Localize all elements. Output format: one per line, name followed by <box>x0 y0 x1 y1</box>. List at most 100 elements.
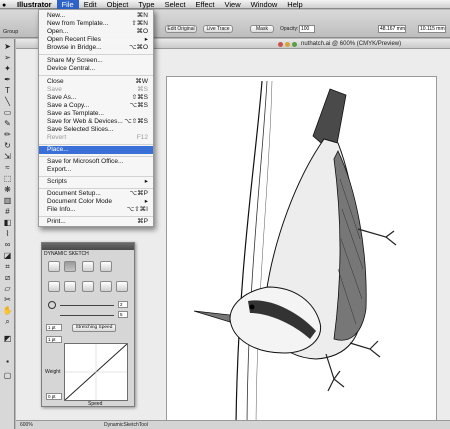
brush-preset-3-button[interactable] <box>82 281 94 292</box>
brush-preset-2-button[interactable] <box>64 281 76 292</box>
menu-help[interactable]: Help <box>282 0 307 9</box>
min-weight-field[interactable]: 1 pt <box>46 324 62 331</box>
scissors-tool-icon[interactable]: ✂ <box>2 295 13 305</box>
speed-weight-graph[interactable] <box>64 343 128 401</box>
menu-item-document-setup[interactable]: Document Setup... ⌥⌘P <box>39 190 153 198</box>
panel-tab[interactable]: DYNAMIC SKETCH <box>44 251 89 258</box>
menu-separator <box>39 188 153 189</box>
crop-tool-icon[interactable]: ⌗ <box>2 262 13 272</box>
menu-item-new-from-template[interactable]: New from Template... ⇧⌘N <box>39 20 153 28</box>
eraser-tool-icon[interactable]: ▱ <box>2 284 13 294</box>
selection-type-label: Group <box>3 29 19 35</box>
current-tool: DynamicSketchTool <box>104 422 148 428</box>
menu-select[interactable]: Select <box>160 0 191 9</box>
menu-item-save-as-template[interactable]: Save as Template... <box>39 110 153 118</box>
menu-separator <box>39 54 153 55</box>
warp-tool-icon[interactable]: ≈ <box>2 163 13 173</box>
live-trace-button[interactable]: Live Trace <box>203 25 233 33</box>
menu-object[interactable]: Object <box>102 0 134 9</box>
mask-button[interactable]: Mask <box>250 25 274 33</box>
menu-item-browse-in-bridge[interactable]: Browse in Bridge... ⌥⌘O <box>39 44 153 52</box>
free-transform-tool-icon[interactable]: ⬚ <box>2 174 13 184</box>
menu-item-close[interactable]: Close ⌘W <box>39 78 153 86</box>
menu-separator <box>39 75 153 76</box>
scale-mode-button[interactable] <box>82 261 94 272</box>
menu-separator <box>39 144 153 145</box>
menu-item-place[interactable]: Place... <box>39 146 153 154</box>
menu-separator <box>39 156 153 157</box>
menu-item-save-a-copy[interactable]: Save a Copy... ⌥⌘S <box>39 102 153 110</box>
scale-tool-icon[interactable]: ⇲ <box>2 152 13 162</box>
direct-selection-tool-icon[interactable]: ➢ <box>2 53 13 63</box>
menu-item-save-as[interactable]: Save As... ⇧⌘S <box>39 94 153 102</box>
weight-curve <box>64 343 128 401</box>
pen-tool-icon[interactable]: ✒ <box>2 75 13 85</box>
blend-tool-icon[interactable]: ∞ <box>2 240 13 250</box>
panel-header[interactable] <box>42 243 134 250</box>
menu-separator <box>39 216 153 217</box>
selection-tool-icon[interactable]: ➤ <box>2 42 13 52</box>
menu-type[interactable]: Type <box>133 0 159 9</box>
symbol-sprayer-tool-icon[interactable]: ❋ <box>2 185 13 195</box>
edit-original-button[interactable]: Edit Original <box>165 25 197 33</box>
menu-illustrator[interactable]: Illustrator <box>12 0 57 9</box>
menu-item-open-recent[interactable]: Open Recent Files ▸ <box>39 36 153 44</box>
rotate-mode-button[interactable] <box>100 261 112 272</box>
live-paint-tool-icon[interactable]: ◪ <box>2 251 13 261</box>
screen-mode-icon[interactable]: ▢ <box>2 371 13 381</box>
line-tool-icon[interactable]: ╲ <box>2 97 13 107</box>
color-mode-icon[interactable]: ▪ <box>2 357 13 367</box>
brush-preset-5-button[interactable] <box>116 281 128 292</box>
brush-preset-1-button[interactable] <box>48 281 60 292</box>
menu-item-device-central[interactable]: Device Central... <box>39 65 153 73</box>
min-speed-field[interactable]: 0 pt <box>46 393 62 400</box>
opacity-label: Opacity: <box>280 26 299 32</box>
brush-preset-4-button[interactable] <box>100 281 112 292</box>
pencil-tool-icon[interactable]: ✏ <box>2 130 13 140</box>
menu-view[interactable]: View <box>219 0 245 9</box>
opacity-field[interactable]: 100 <box>299 25 315 33</box>
menu-effect[interactable]: Effect <box>190 0 219 9</box>
sketch-brush-button[interactable] <box>48 261 60 272</box>
stretching-speed-dropdown[interactable]: Stretching Speed <box>72 324 116 332</box>
height-field[interactable]: 10.115 mm <box>418 25 446 33</box>
gradient-tool-icon[interactable]: ◧ <box>2 218 13 228</box>
menu-item-open[interactable]: Open... ⌘O <box>39 28 153 36</box>
menu-item-document-color-mode[interactable]: Document Color Mode ▸ <box>39 198 153 206</box>
eyedropper-tool-icon[interactable]: ⌇ <box>2 229 13 239</box>
width-field[interactable]: 48.167 mm <box>378 25 406 33</box>
menu-file[interactable]: File <box>56 0 79 9</box>
menu-item-new[interactable]: New... ⌘N <box>39 12 153 20</box>
rotate-tool-icon[interactable]: ↻ <box>2 141 13 151</box>
slice-tool-icon[interactable]: ⧄ <box>2 273 13 283</box>
menu-window[interactable]: Window <box>246 0 283 9</box>
brush-size-slider[interactable] <box>60 315 114 316</box>
paintbrush-tool-icon[interactable]: ✎ <box>2 119 13 129</box>
apple-menu[interactable]: ● <box>0 0 12 9</box>
magic-wand-tool-icon[interactable]: ✦ <box>2 64 13 74</box>
max-weight-field[interactable]: 1 pt <box>46 336 62 343</box>
mesh-tool-icon[interactable]: # <box>2 207 13 217</box>
status-bar: 600% DynamicSketchTool <box>16 420 450 429</box>
menu-item-print[interactable]: Print... ⌘P <box>39 218 153 226</box>
menu-item-share-my-screen[interactable]: Share My Screen... <box>39 57 153 65</box>
menu-item-export[interactable]: Export... <box>39 166 153 174</box>
apple-icon: ● <box>2 1 7 9</box>
smoothing-field[interactable]: 2 <box>118 301 128 308</box>
menu-item-file-info[interactable]: File Info... ⌥⇧⌘I <box>39 206 153 214</box>
menu-item-save-selected-slices[interactable]: Save Selected Slices... <box>39 126 153 134</box>
smoothing-slider[interactable] <box>60 305 114 306</box>
menu-item-save-for-office[interactable]: Save for Microsoft Office... <box>39 158 153 166</box>
graph-tool-icon[interactable]: ▥ <box>2 196 13 206</box>
type-tool-icon[interactable]: T <box>2 86 13 96</box>
brush-size-field[interactable]: 5 <box>118 311 128 318</box>
zoom-level[interactable]: 600% <box>20 421 33 429</box>
hand-tool-icon[interactable]: ✋ <box>2 306 13 316</box>
menu-item-scripts[interactable]: Scripts ▸ <box>39 178 153 186</box>
rectangle-tool-icon[interactable]: ▭ <box>2 108 13 118</box>
fill-stroke-icon[interactable]: ◩ <box>2 334 13 348</box>
zoom-tool-icon[interactable]: ⌕ <box>2 317 13 327</box>
menu-edit[interactable]: Edit <box>79 0 102 9</box>
pencil-mode-button[interactable] <box>64 261 76 272</box>
menu-item-save-for-web[interactable]: Save for Web & Devices... ⌥⇧⌘S <box>39 118 153 126</box>
